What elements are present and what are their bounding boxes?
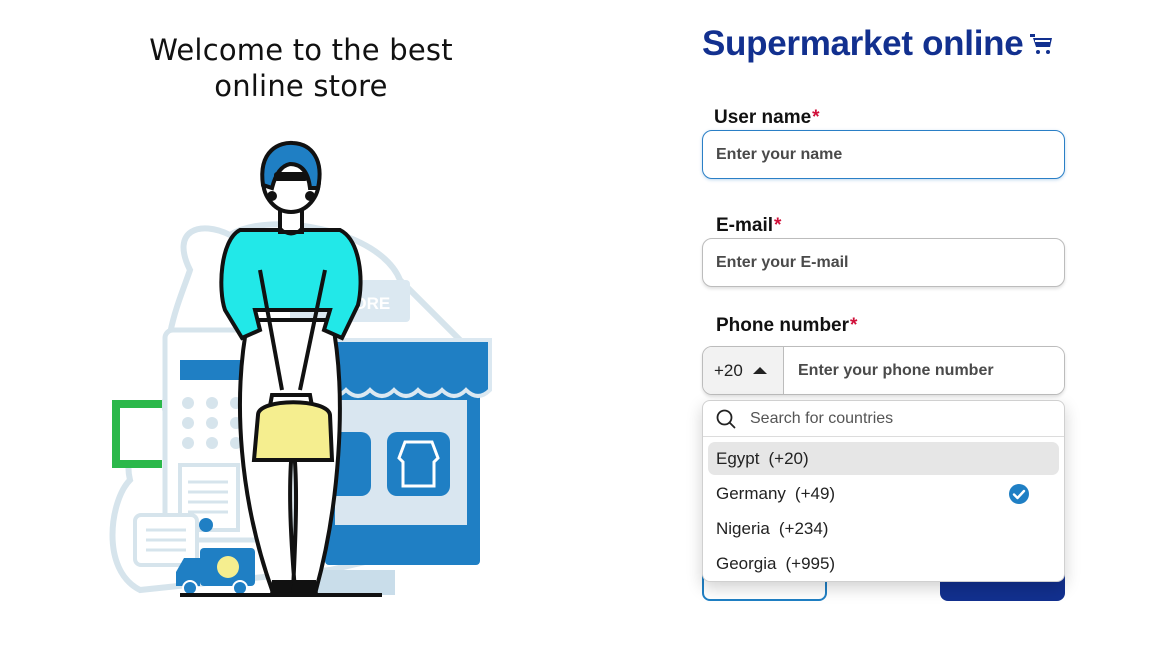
phone-field: +20 (702, 346, 1065, 395)
country-code-selector[interactable]: +20 (703, 347, 784, 394)
required-asterisk: * (850, 315, 858, 336)
username-label-text: User name (714, 107, 812, 128)
phone-input[interactable] (784, 347, 1064, 394)
country-list: Egypt (+20) Germany (+49) Nigeria (+234)… (703, 437, 1064, 580)
welcome-heading: Welcome to the best online store (130, 32, 472, 104)
country-search (703, 401, 1064, 437)
search-icon (716, 409, 736, 428)
country-dropdown: Egypt (+20) Germany (+49) Nigeria (+234)… (702, 400, 1065, 582)
brand-header: Supermarket online (702, 22, 1053, 66)
country-name: Egypt (716, 448, 760, 468)
username-input[interactable] (703, 131, 1064, 178)
required-asterisk: * (812, 107, 820, 128)
dial-code: +20 (714, 360, 743, 380)
country-search-input[interactable] (750, 409, 1040, 428)
country-option-georgia[interactable]: Georgia (+995) (708, 547, 1059, 580)
country-name: Nigeria (716, 518, 770, 538)
country-dial-code: (+234) (778, 518, 829, 538)
email-field[interactable] (702, 238, 1065, 287)
country-option-egypt[interactable]: Egypt (+20) (708, 442, 1059, 475)
country-dial-code: (+49) (794, 483, 836, 503)
phone-label: Phone number* (716, 315, 857, 337)
caret-up-icon (752, 367, 767, 374)
welcome-line-1: Welcome to the best (149, 33, 453, 67)
checkmark-circle-icon (1009, 484, 1029, 504)
phone-label-text: Phone number (716, 315, 850, 336)
country-option-germany[interactable]: Germany (+49) (708, 477, 1059, 510)
email-input[interactable] (703, 239, 1064, 286)
email-label: E-mail* (716, 215, 781, 237)
country-name: Germany (716, 483, 786, 503)
username-field[interactable] (702, 130, 1065, 179)
welcome-line-2: online store (214, 69, 388, 103)
shopper-illustration: STORE (109, 140, 492, 597)
brand-title: Supermarket online (702, 24, 1024, 63)
email-label-text: E-mail (716, 215, 774, 236)
required-asterisk: * (774, 215, 782, 236)
username-label: User name* (714, 107, 820, 129)
country-option-nigeria[interactable]: Nigeria (+234) (708, 512, 1059, 545)
country-dial-code: (+20) (768, 448, 809, 468)
shopping-cart-icon (1030, 34, 1053, 54)
country-dial-code: (+995) (785, 553, 836, 573)
country-name: Georgia (716, 553, 777, 573)
